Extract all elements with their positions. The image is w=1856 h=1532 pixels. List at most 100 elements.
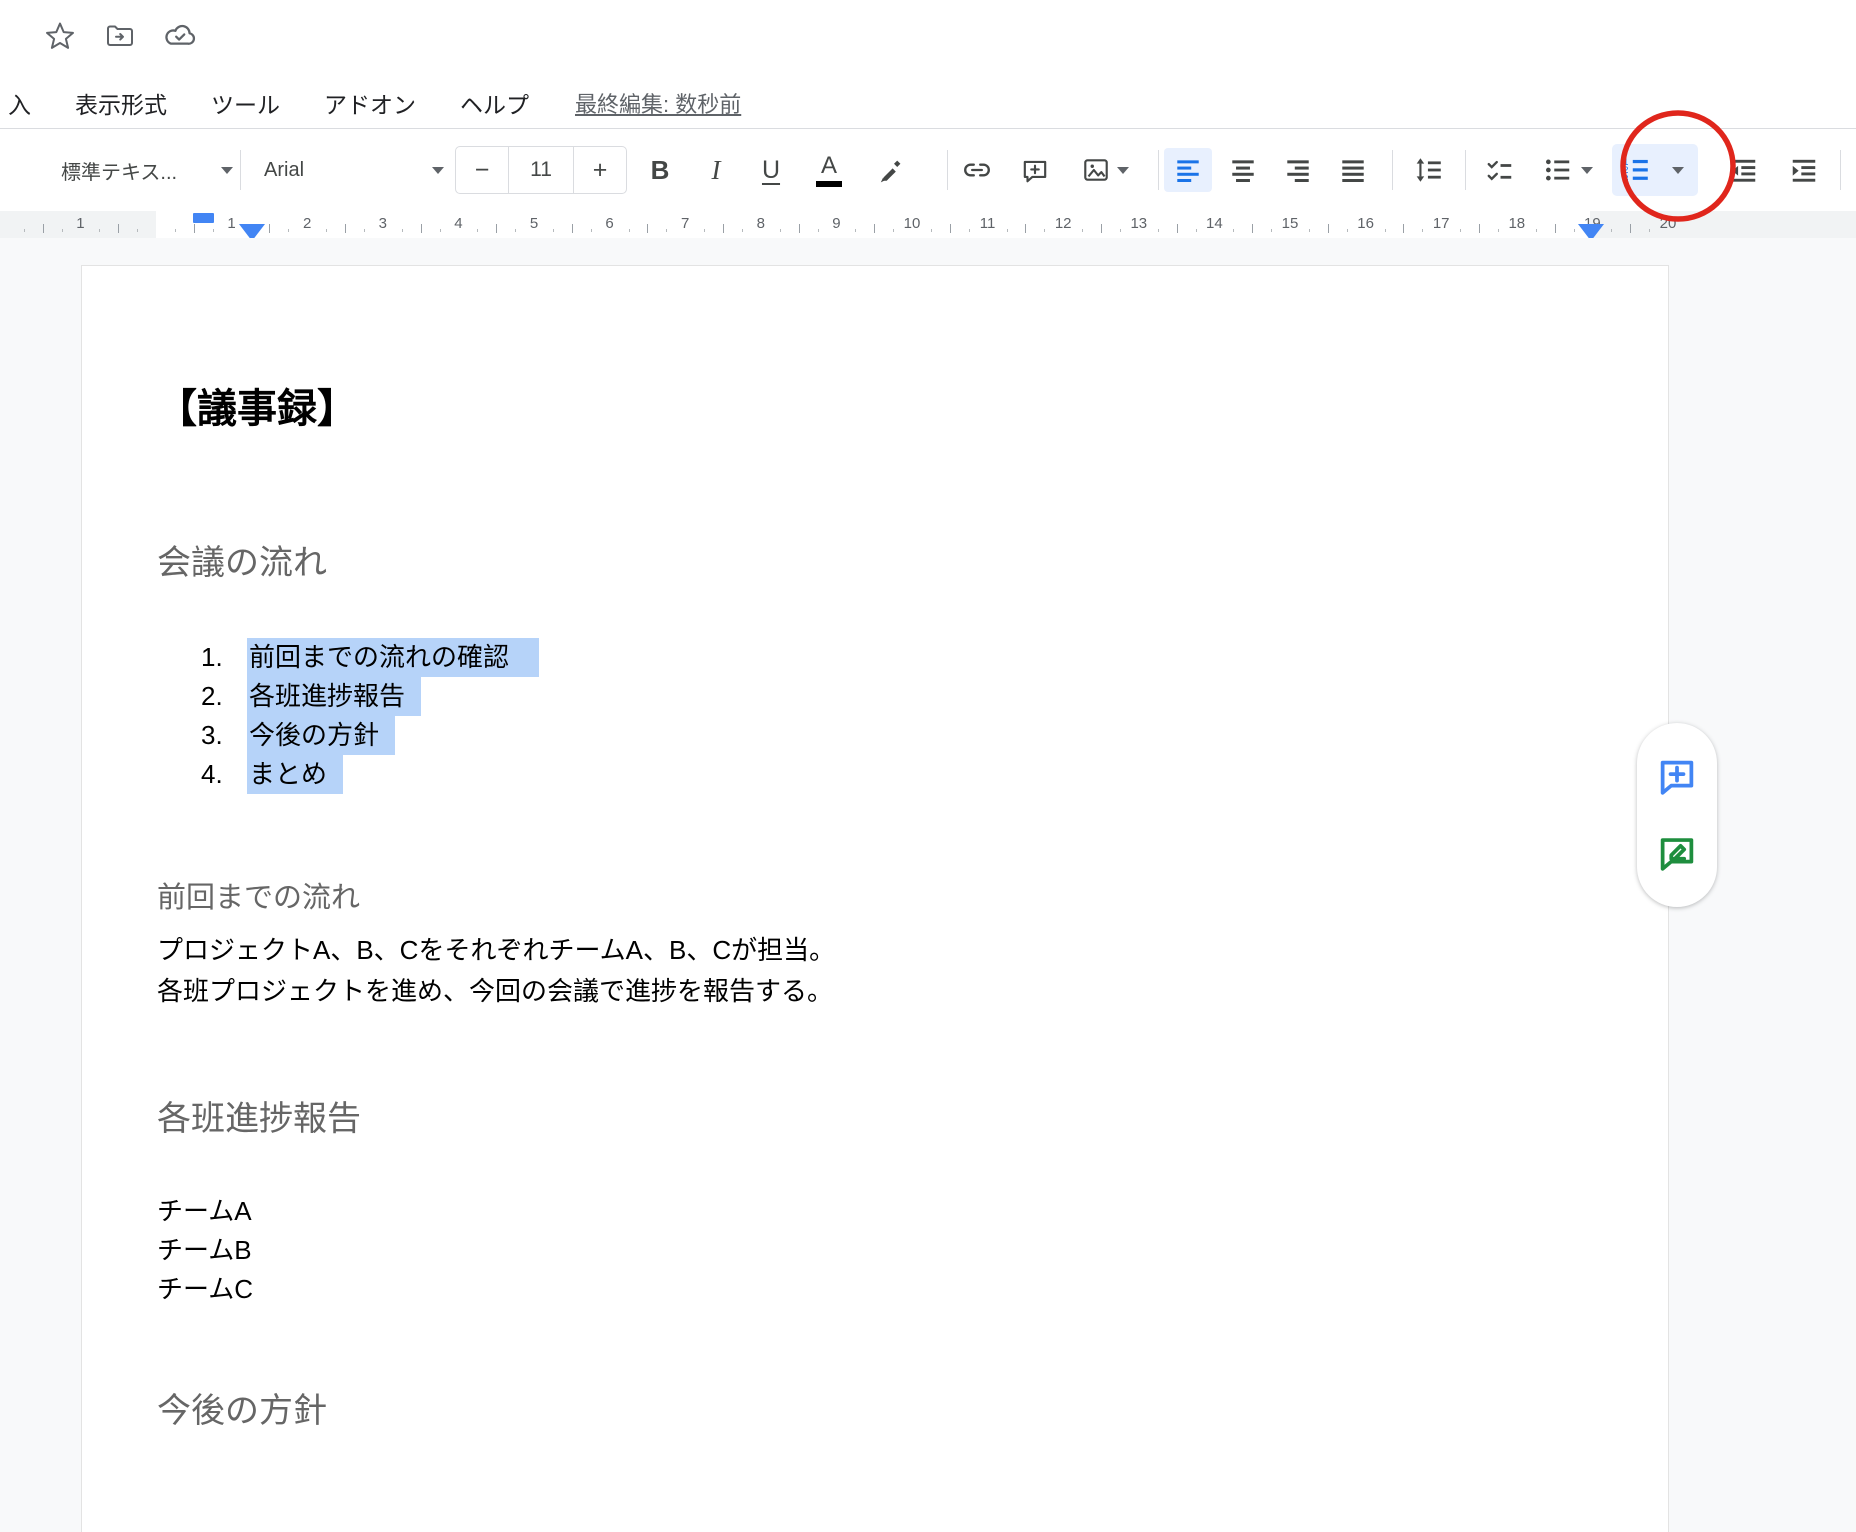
chevron-down-icon <box>1117 167 1129 174</box>
underline-button[interactable]: U <box>749 148 793 192</box>
align-right-icon <box>1283 155 1313 185</box>
align-center-button[interactable] <box>1221 148 1265 192</box>
divider <box>1465 150 1466 190</box>
heading-previous-flow: 前回までの流れ <box>157 878 360 918</box>
italic-button[interactable]: I <box>694 148 738 192</box>
font-name-label: Arial <box>264 159 304 182</box>
highlight-color-button[interactable] <box>869 148 913 192</box>
list-number: 4. <box>201 755 223 794</box>
divider <box>947 150 948 190</box>
ruler-number: 3 <box>379 215 387 232</box>
doc-title: 【議事録】 <box>157 384 357 434</box>
document-canvas: 【議事録】 会議の流れ 1. 前回までの流れの確認 2. 各班進捗報告 3. 今… <box>0 238 1856 1532</box>
checklist-button[interactable] <box>1478 148 1522 192</box>
paragraph-style-label: 標準テキス... <box>61 156 177 185</box>
chevron-down-icon <box>221 167 233 174</box>
indent-icon <box>1789 155 1819 185</box>
align-right-button[interactable] <box>1276 148 1320 192</box>
comment-add-icon <box>1020 155 1050 185</box>
highlighter-icon <box>876 155 906 185</box>
list-item: 3. 今後の方針 <box>82 716 1668 755</box>
add-comment-fab[interactable] <box>1654 754 1700 800</box>
last-edit-link[interactable]: 最終編集: 数秒前 <box>575 87 741 119</box>
outdent-icon <box>1729 155 1759 185</box>
add-comment-button[interactable] <box>1013 148 1057 192</box>
ruler-number: 18 <box>1508 215 1525 232</box>
menu-insert-clipped[interactable]: 入 <box>4 86 53 120</box>
ruler-number: 2 <box>303 215 311 232</box>
google-docs-window: 入 表示形式 ツール アドオン ヘルプ 最終編集: 数秒前 標準テキス... A… <box>0 0 1856 1532</box>
star-icon[interactable] <box>42 18 78 54</box>
ruler-number: 10 <box>904 215 921 232</box>
ruler-number: 16 <box>1357 215 1374 232</box>
ruler-number: 1 <box>76 215 84 232</box>
ruler[interactable]: 11234567891011121314151617181920 <box>0 211 1856 238</box>
ruler-number: 13 <box>1130 215 1147 232</box>
selected-text: 前回までの流れの確認 <box>247 638 539 677</box>
list-item: 1. 前回までの流れの確認 <box>82 638 1668 677</box>
document-page[interactable]: 【議事録】 会議の流れ 1. 前回までの流れの確認 2. 各班進捗報告 3. 今… <box>81 265 1669 1532</box>
decrease-indent-button[interactable] <box>1722 148 1766 192</box>
divider <box>1840 150 1841 190</box>
increase-indent-button[interactable] <box>1782 148 1826 192</box>
paragraph-line: 各班プロジェクトを進め、今回の会議で進捗を報告する。 <box>157 971 835 1012</box>
team-line: チームB <box>157 1231 253 1270</box>
menu-addons[interactable]: アドオン <box>302 86 438 120</box>
suggest-edits-fab[interactable] <box>1654 830 1700 876</box>
ruler-number: 6 <box>605 215 613 232</box>
align-left-button[interactable] <box>1164 148 1212 192</box>
list-number: 1. <box>201 638 223 677</box>
ruler-number: 14 <box>1206 215 1223 232</box>
numbered-list-button[interactable]: 1 2 3 <box>1614 148 1658 192</box>
text-color-button[interactable]: A <box>807 148 851 192</box>
ruler-number: 11 <box>980 215 996 232</box>
font-dropdown[interactable]: Arial <box>258 148 450 192</box>
toolbar: 標準テキス... Arial − 11 + B I U A <box>0 128 1856 212</box>
chevron-down-icon <box>1581 167 1593 174</box>
paragraph-style-dropdown[interactable]: 標準テキス... <box>55 148 239 192</box>
align-left-icon <box>1173 155 1203 185</box>
first-line-indent-marker[interactable] <box>193 213 214 223</box>
heading-progress-report: 各班進捗報告 <box>157 1096 361 1142</box>
chevron-down-icon <box>1672 167 1684 174</box>
link-icon <box>962 155 992 185</box>
list-number: 2. <box>201 677 223 716</box>
list-item: 4. まとめ <box>82 755 1668 794</box>
insert-image-button[interactable] <box>1068 148 1142 192</box>
floating-action-pill <box>1637 723 1717 907</box>
chevron-down-icon <box>432 167 444 174</box>
ruler-number: 9 <box>832 215 840 232</box>
line-spacing-button[interactable] <box>1407 148 1451 192</box>
font-size-decrease-button[interactable]: − <box>456 147 508 193</box>
divider <box>240 150 241 190</box>
team-line: チームA <box>157 1192 253 1231</box>
divider <box>1392 150 1393 190</box>
font-size-increase-button[interactable]: + <box>574 147 626 193</box>
align-center-icon <box>1228 155 1258 185</box>
checklist-icon <box>1485 155 1515 185</box>
ruler-number: 4 <box>454 215 462 232</box>
menu-format[interactable]: 表示形式 <box>53 86 189 120</box>
selected-text: 今後の方針 <box>247 716 395 755</box>
font-size-control: − 11 + <box>455 146 627 194</box>
menu-help[interactable]: ヘルプ <box>438 86 551 120</box>
font-size-input[interactable]: 11 <box>508 147 574 193</box>
justify-button[interactable] <box>1331 148 1375 192</box>
heading-future-policy: 今後の方針 <box>157 1388 327 1434</box>
bullet-list-button[interactable] <box>1530 148 1606 192</box>
menu-tools[interactable]: ツール <box>189 86 302 120</box>
bold-button[interactable]: B <box>638 148 682 192</box>
text-color-icon: A <box>816 154 842 187</box>
move-folder-icon[interactable] <box>102 18 138 54</box>
numbered-list-icon: 1 2 3 <box>1621 155 1651 185</box>
divider <box>1158 150 1159 190</box>
image-icon <box>1081 155 1111 185</box>
top-chrome: 入 表示形式 ツール アドオン ヘルプ 最終編集: 数秒前 <box>0 0 1856 128</box>
list-number: 3. <box>201 716 223 755</box>
insert-link-button[interactable] <box>955 148 999 192</box>
numbered-list-dropdown[interactable] <box>1660 148 1696 192</box>
list-item: 2. 各班進捗報告 <box>82 677 1668 716</box>
cloud-saved-icon[interactable] <box>162 18 198 54</box>
menu-bar: 入 表示形式 ツール アドオン ヘルプ 最終編集: 数秒前 <box>4 86 741 120</box>
bullet-list-icon <box>1543 155 1573 185</box>
